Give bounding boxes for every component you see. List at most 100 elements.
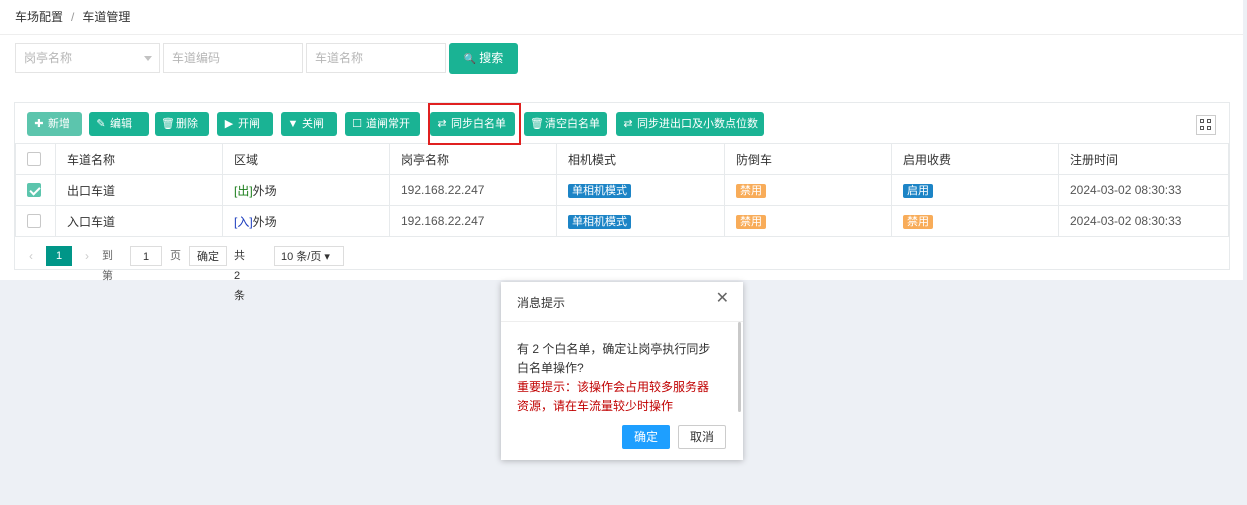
open-gate-button-label: 开闸 bbox=[238, 118, 260, 130]
goto-confirm-button[interactable]: 确定 bbox=[189, 246, 227, 266]
col-header-register-time[interactable]: 注册时间 bbox=[1058, 143, 1229, 175]
charging-badge: 启用 bbox=[903, 183, 933, 198]
charging-badge: 禁用 bbox=[903, 214, 933, 229]
register-time-cell: 2024-03-02 08:30:33 bbox=[1058, 205, 1229, 237]
plus-icon: ✚ bbox=[34, 118, 44, 130]
add-button[interactable]: ✚ 新增 bbox=[27, 112, 82, 136]
grid-icon bbox=[1207, 119, 1211, 123]
search-button-label: 搜索 bbox=[479, 51, 504, 65]
booth-cell: 192.168.22.247 bbox=[389, 205, 557, 237]
breadcrumb-separator: / bbox=[71, 10, 75, 24]
col-header-charging[interactable]: 启用收费 bbox=[891, 143, 1059, 175]
select-all-checkbox[interactable] bbox=[27, 152, 41, 167]
charging-cell: 启用 bbox=[891, 174, 1059, 206]
dialog-warning: 重要提示：该操作会占用较多服务器资源，请在车流量较少时操作 bbox=[517, 380, 710, 413]
close-gate-button[interactable]: ▼ 关闸 bbox=[281, 112, 337, 136]
grid-icon bbox=[1207, 126, 1211, 130]
grid-icon bbox=[1200, 126, 1204, 130]
lane-code-input[interactable]: 车道编码 bbox=[163, 43, 303, 73]
down-box-icon: ▼ bbox=[287, 118, 299, 130]
breadcrumb-parent[interactable]: 车场配置 bbox=[15, 10, 63, 24]
table-row[interactable]: 入口车道 [入]外场 192.168.22.247 单相机模式 禁用 禁用 20… bbox=[15, 205, 1229, 237]
close-icon[interactable]: ✕ bbox=[716, 291, 729, 307]
col-header-anti-reverse[interactable]: 防倒车 bbox=[724, 143, 892, 175]
area-cell: [入]外场 bbox=[222, 205, 390, 237]
page-size-select[interactable]: 10 条/页 ▾ bbox=[274, 246, 344, 266]
gate-normally-open-button[interactable]: ☐ 道闸常开 bbox=[345, 112, 420, 136]
prev-page-icon[interactable]: ‹ bbox=[29, 246, 33, 266]
play-icon: ▶ bbox=[224, 118, 234, 130]
direction-tag: [出] bbox=[234, 183, 253, 198]
col-header-lane-name[interactable]: 车道名称 bbox=[55, 143, 223, 175]
lane-name-input[interactable]: 车道名称 bbox=[306, 43, 446, 73]
current-page[interactable]: 1 bbox=[46, 246, 72, 266]
goto-page-input[interactable]: 1 bbox=[130, 246, 162, 266]
lane-name-cell: 入口车道 bbox=[55, 205, 223, 237]
dialog-title: 消息提示 bbox=[517, 296, 566, 310]
area-name: 外场 bbox=[252, 214, 277, 229]
total-count: 共 2 条 bbox=[234, 250, 245, 302]
col-header-area[interactable]: 区域 bbox=[222, 143, 390, 175]
area-name: 外场 bbox=[252, 183, 277, 198]
row-checkbox[interactable] bbox=[27, 214, 41, 229]
col-header-camera-mode[interactable]: 相机模式 bbox=[556, 143, 725, 175]
anti-reverse-badge: 禁用 bbox=[736, 183, 766, 198]
edit-button[interactable]: ✎ 编辑 bbox=[89, 112, 149, 136]
trash-icon: 🗑 bbox=[161, 118, 175, 130]
anti-reverse-cell: 禁用 bbox=[724, 174, 892, 206]
camera-mode-badge: 单相机模式 bbox=[568, 183, 631, 198]
breadcrumb-current: 车道管理 bbox=[82, 10, 131, 24]
grid-icon bbox=[1200, 119, 1204, 123]
highlight-annotation bbox=[428, 103, 521, 145]
charging-cell: 禁用 bbox=[891, 205, 1059, 237]
lane-table-panel: ✚ 新增 ✎ 编辑 🗑删除 ▶ 开闸 ▼ 关闸 ☐ 道闸常开 ⇄ 同步白名单 🗑清空白名单 … bbox=[14, 102, 1230, 302]
table-row[interactable]: 出口车道 [出]外场 192.168.22.247 单相机模式 禁用 启用 20… bbox=[15, 174, 1229, 206]
row-select-cell bbox=[15, 174, 56, 206]
direction-tag: [入] bbox=[234, 214, 253, 229]
camera-mode-cell: 单相机模式 bbox=[556, 205, 725, 237]
goto-label: 到第 bbox=[102, 250, 113, 282]
lane-name-placeholder: 车道名称 bbox=[315, 51, 364, 65]
clear-whitelist-label: 清空白名单 bbox=[545, 118, 600, 130]
add-button-label: 新增 bbox=[48, 118, 70, 130]
delete-button-label: 删除 bbox=[176, 118, 198, 130]
breadcrumb-divider bbox=[0, 34, 1243, 35]
main-card: 车场配置 / 车道管理 岗亭名称 车道编码 车道名称 🔍 搜索 ✚ 新增 ✎ 编辑 🗑删除… bbox=[0, 0, 1243, 302]
confirm-dialog: 消息提示 ✕ 有 2 个白名单，确定让岗亭执行同步白名单操作? 重要提示：该操作… bbox=[501, 282, 743, 460]
delete-button[interactable]: 🗑删除 bbox=[155, 112, 209, 136]
lane-code-placeholder: 车道编码 bbox=[172, 51, 221, 65]
sync-exit-decimal-button[interactable]: ⇄ 同步进出口及小数点位数 bbox=[616, 112, 764, 136]
camera-mode-cell: 单相机模式 bbox=[556, 174, 725, 206]
row-checkbox[interactable] bbox=[27, 183, 41, 198]
anti-reverse-cell: 禁用 bbox=[724, 205, 892, 237]
search-icon: 🔍 bbox=[463, 54, 477, 65]
lane-table: 车道名称 区域 岗亭名称 相机模式 防倒车 启用收费 注册时间 出口车道 [出]… bbox=[15, 143, 1229, 237]
clear-whitelist-button[interactable]: 🗑清空白名单 bbox=[524, 112, 607, 136]
close-gate-button-label: 关闸 bbox=[302, 118, 324, 130]
next-page-icon[interactable]: › bbox=[85, 246, 89, 266]
anti-reverse-badge: 禁用 bbox=[736, 214, 766, 229]
booth-select-placeholder: 岗亭名称 bbox=[24, 51, 73, 65]
gate-normally-open-label: 道闸常开 bbox=[366, 118, 410, 130]
square-icon: ☐ bbox=[352, 118, 362, 130]
open-gate-button[interactable]: ▶ 开闸 bbox=[217, 112, 273, 136]
chevron-down-icon bbox=[144, 56, 152, 61]
dialog-divider bbox=[501, 321, 743, 322]
edit-icon: ✎ bbox=[96, 118, 106, 130]
table-header-row: 车道名称 区域 岗亭名称 相机模式 防倒车 启用收费 注册时间 bbox=[15, 143, 1229, 175]
breadcrumb: 车场配置 / 车道管理 bbox=[15, 8, 130, 25]
register-time-cell: 2024-03-02 08:30:33 bbox=[1058, 174, 1229, 206]
booth-select[interactable]: 岗亭名称 bbox=[15, 43, 160, 73]
sync-icon: ⇄ bbox=[623, 118, 633, 130]
column-toggle-button[interactable] bbox=[1196, 115, 1216, 135]
dialog-scrollbar[interactable] bbox=[738, 322, 741, 412]
dialog-cancel-button[interactable]: 取消 bbox=[678, 425, 726, 449]
select-all-cell bbox=[15, 143, 56, 175]
booth-cell: 192.168.22.247 bbox=[389, 174, 557, 206]
search-button[interactable]: 🔍 搜索 bbox=[449, 43, 518, 74]
trash-icon: 🗑 bbox=[530, 118, 544, 130]
col-header-booth[interactable]: 岗亭名称 bbox=[389, 143, 557, 175]
dialog-ok-button[interactable]: 确定 bbox=[622, 425, 670, 449]
page-unit-label: 页 bbox=[170, 250, 181, 262]
sync-exit-decimal-label: 同步进出口及小数点位数 bbox=[637, 118, 758, 130]
